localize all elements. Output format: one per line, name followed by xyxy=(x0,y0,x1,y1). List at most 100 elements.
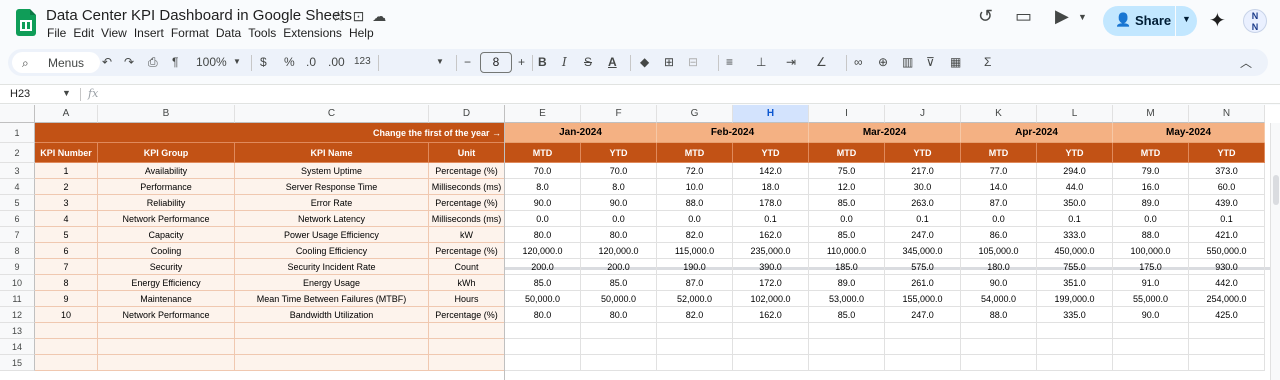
table-cell[interactable] xyxy=(1037,339,1113,355)
table-cell[interactable]: Percentage (%) xyxy=(429,163,505,179)
more-formats-button[interactable]: 123 xyxy=(354,56,371,67)
table-cell[interactable]: Milliseconds (ms) xyxy=(429,211,505,227)
italic-icon[interactable]: I xyxy=(562,55,567,69)
table-cell[interactable]: 80.0 xyxy=(505,307,581,323)
table-cell[interactable]: Capacity xyxy=(98,227,235,243)
month-header-cell[interactable]: Jan-2024 xyxy=(505,123,657,143)
table-cell[interactable] xyxy=(1189,355,1265,371)
table-cell[interactable] xyxy=(505,355,581,371)
filter-icon[interactable]: ⊽ xyxy=(926,55,935,69)
table-cell[interactable] xyxy=(1037,323,1113,339)
table-cell[interactable] xyxy=(733,323,809,339)
table-cell[interactable]: 50,000.0 xyxy=(505,291,581,307)
star-icon[interactable]: ☆ xyxy=(332,8,345,25)
table-cell[interactable]: 14.0 xyxy=(961,179,1037,195)
borders-icon[interactable]: ⊞ xyxy=(664,55,674,69)
table-cell[interactable]: 82.0 xyxy=(657,227,733,243)
insert-comment-icon[interactable]: ⊕ xyxy=(878,55,888,69)
insert-chart-icon[interactable]: ▥ xyxy=(902,55,913,69)
table-cell[interactable]: 16.0 xyxy=(1113,179,1189,195)
strikethrough-icon[interactable]: S xyxy=(584,55,592,69)
font-family-chevron-down-icon[interactable]: ▼ xyxy=(436,57,444,66)
menu-tools[interactable]: Tools xyxy=(247,26,282,40)
percent-button[interactable]: % xyxy=(284,55,295,69)
column-header-f[interactable]: F xyxy=(581,105,657,123)
table-cell[interactable]: 172.0 xyxy=(733,275,809,291)
decrease-font-size-button[interactable]: − xyxy=(464,55,471,69)
horizontal-align-icon[interactable]: ≡ xyxy=(726,55,733,69)
table-cell[interactable]: Network Performance xyxy=(98,307,235,323)
row-header-4[interactable]: 4 xyxy=(0,179,35,195)
filter-views-icon[interactable]: ▦ xyxy=(950,55,961,69)
table-cell[interactable] xyxy=(35,355,98,371)
table-cell[interactable]: 180.0 xyxy=(961,259,1037,275)
month-header-cell[interactable]: Mar-2024 xyxy=(809,123,961,143)
table-cell[interactable]: 90.0 xyxy=(961,275,1037,291)
avatar[interactable]: NN xyxy=(1243,9,1267,33)
table-cell[interactable]: 89.0 xyxy=(1113,195,1189,211)
table-cell[interactable]: Energy Usage xyxy=(235,275,429,291)
table-cell[interactable] xyxy=(429,339,505,355)
table-cell[interactable]: 350.0 xyxy=(1037,195,1113,211)
table-cell[interactable]: 200.0 xyxy=(505,259,581,275)
table-cell[interactable]: 85.0 xyxy=(809,227,885,243)
table-cell[interactable] xyxy=(809,355,885,371)
table-cell[interactable]: Network Latency xyxy=(235,211,429,227)
text-wrapping-icon[interactable]: ⇥ xyxy=(786,55,796,69)
table-cell[interactable] xyxy=(1037,355,1113,371)
table-cell[interactable]: 115,000.0 xyxy=(657,243,733,259)
table-cell[interactable]: 155,000.0 xyxy=(885,291,961,307)
table-cell[interactable]: Security xyxy=(98,259,235,275)
spreadsheet-grid[interactable]: A B C D E F G H I J K L M N 1 2 3 4 5 6 7 8 9 10 11 12 13 14 15 Chang… xyxy=(0,105,1280,380)
table-cell[interactable]: 175.0 xyxy=(1113,259,1189,275)
mtd-ytd-header-cell[interactable]: MTD xyxy=(505,143,581,163)
table-cell[interactable]: 200.0 xyxy=(581,259,657,275)
table-cell[interactable]: 90.0 xyxy=(1113,307,1189,323)
table-cell[interactable] xyxy=(98,323,235,339)
table-cell[interactable]: System Uptime xyxy=(235,163,429,179)
undo-icon[interactable]: ↶ xyxy=(102,55,112,69)
table-cell[interactable]: Availability xyxy=(98,163,235,179)
table-cell[interactable]: 91.0 xyxy=(1113,275,1189,291)
table-cell[interactable] xyxy=(885,323,961,339)
table-cell[interactable]: 54,000.0 xyxy=(961,291,1037,307)
table-cell[interactable] xyxy=(657,323,733,339)
mtd-ytd-header-cell[interactable]: MTD xyxy=(961,143,1037,163)
table-cell[interactable]: 10 xyxy=(35,307,98,323)
table-cell[interactable]: 575.0 xyxy=(885,259,961,275)
table-cell[interactable]: Maintenance xyxy=(98,291,235,307)
table-cell[interactable]: Server Response Time xyxy=(235,179,429,195)
bold-icon[interactable]: B xyxy=(538,55,547,69)
print-icon[interactable]: ⎙ xyxy=(148,55,158,70)
table-cell[interactable]: 439.0 xyxy=(1189,195,1265,211)
table-cell[interactable] xyxy=(581,323,657,339)
insert-link-icon[interactable]: ∞ xyxy=(854,55,863,69)
mtd-ytd-header-cell[interactable]: MTD xyxy=(1113,143,1189,163)
table-cell[interactable]: Percentage (%) xyxy=(429,307,505,323)
row-header-12[interactable]: 12 xyxy=(0,307,35,323)
table-cell[interactable] xyxy=(35,339,98,355)
table-cell[interactable]: Cooling Efficiency xyxy=(235,243,429,259)
table-cell[interactable]: 52,000.0 xyxy=(657,291,733,307)
row-header-8[interactable]: 8 xyxy=(0,243,35,259)
mtd-ytd-header-cell[interactable]: YTD xyxy=(1189,143,1265,163)
month-header-cell[interactable]: May-2024 xyxy=(1113,123,1265,143)
table-cell[interactable] xyxy=(581,339,657,355)
row-header-15[interactable]: 15 xyxy=(0,355,35,371)
table-cell[interactable]: 8.0 xyxy=(505,179,581,195)
row-header-3[interactable]: 3 xyxy=(0,163,35,179)
table-cell[interactable]: 86.0 xyxy=(961,227,1037,243)
table-cell[interactable] xyxy=(961,323,1037,339)
table-cell[interactable]: Energy Efficiency xyxy=(98,275,235,291)
column-header-a[interactable]: A xyxy=(35,105,98,123)
menu-insert[interactable]: Insert xyxy=(133,26,170,40)
zoom-chevron-down-icon[interactable]: ▼ xyxy=(233,57,241,66)
table-cell[interactable]: 0.0 xyxy=(961,211,1037,227)
table-cell[interactable]: 85.0 xyxy=(809,307,885,323)
column-label-cell[interactable]: KPI Group xyxy=(98,143,235,163)
table-cell[interactable]: Milliseconds (ms) xyxy=(429,179,505,195)
table-cell[interactable]: 421.0 xyxy=(1189,227,1265,243)
table-cell[interactable]: 7 xyxy=(35,259,98,275)
table-cell[interactable]: 77.0 xyxy=(961,163,1037,179)
table-cell[interactable]: 351.0 xyxy=(1037,275,1113,291)
